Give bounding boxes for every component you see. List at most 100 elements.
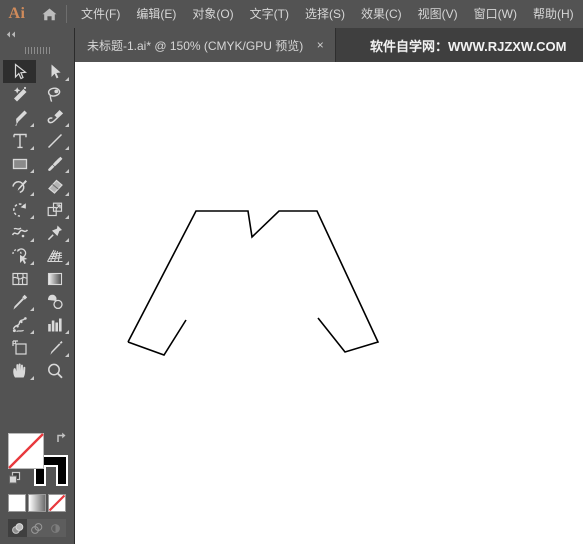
artwork-subpath: [127, 210, 380, 353]
tool-flyout-indicator: [30, 376, 34, 380]
change-screen-mode-button[interactable]: [0, 540, 75, 544]
tool-flyout-indicator: [65, 146, 69, 150]
menu-window[interactable]: 窗口(W): [466, 3, 525, 25]
gradient-mode-button[interactable]: [28, 494, 46, 512]
gradient-square-icon: [45, 269, 65, 289]
eyedropper-icon: [10, 292, 30, 312]
curvature-pen-icon: [45, 108, 65, 128]
tool-flyout-indicator: [65, 238, 69, 242]
magic-wand-tool[interactable]: [3, 83, 36, 106]
lasso-tool[interactable]: [38, 83, 71, 106]
blend-tool[interactable]: [38, 290, 71, 313]
curvature-tool[interactable]: [38, 106, 71, 129]
width-tool[interactable]: [3, 221, 36, 244]
gradient-tool[interactable]: [38, 267, 71, 290]
line-segment-tool[interactable]: [38, 129, 71, 152]
width-ribbon-icon: [10, 223, 30, 243]
panel-drag-handle[interactable]: [0, 41, 75, 60]
fill-swatch[interactable]: [8, 433, 44, 469]
column-graph-tool[interactable]: [38, 313, 71, 336]
blend-shapes-icon: [45, 292, 65, 312]
color-mode-button[interactable]: [8, 494, 26, 512]
free-transform-tool[interactable]: [38, 221, 71, 244]
eraser-tool[interactable]: [38, 175, 71, 198]
pen-tool[interactable]: [3, 106, 36, 129]
grip-dots: [24, 47, 51, 54]
type-tool[interactable]: [3, 129, 36, 152]
bar-chart-icon: [45, 315, 65, 335]
document-tab[interactable]: 未标题-1.ai* @ 150% (CMYK/GPU 预览) ×: [75, 28, 337, 62]
paintbrush-tool[interactable]: [38, 152, 71, 175]
mesh-icon: [10, 269, 30, 289]
artboard-icon: [10, 338, 30, 358]
menu-select[interactable]: 选择(S): [297, 3, 353, 25]
shape-builder-tool[interactable]: [3, 244, 36, 267]
symbol-sprayer-icon: [10, 315, 30, 335]
symbol-sprayer-tool[interactable]: [3, 313, 36, 336]
direct-selection-tool[interactable]: [38, 60, 71, 83]
shape-builder-icon: [10, 246, 30, 266]
menu-object[interactable]: 对象(O): [184, 3, 241, 25]
artwork-canvas[interactable]: [75, 62, 583, 544]
close-icon[interactable]: ×: [313, 38, 327, 52]
tool-flyout-indicator: [30, 261, 34, 265]
selection-tool[interactable]: [3, 60, 36, 83]
tool-flyout-indicator: [30, 192, 34, 196]
rectangle-icon: [10, 154, 30, 174]
eyedropper-tool[interactable]: [3, 290, 36, 313]
slice-tool[interactable]: [38, 336, 71, 359]
document-tab-label: 未标题-1.ai* @ 150% (CMYK/GPU 预览): [87, 38, 304, 53]
artboard-tool[interactable]: [3, 336, 36, 359]
tool-flyout-indicator: [30, 169, 34, 173]
menu-type[interactable]: 文字(T): [242, 3, 297, 25]
sweater-outline-path: [127, 210, 380, 356]
rotate-arrow-icon: [10, 200, 30, 220]
illustrator-window: Ai 文件(F) 编辑(E) 对象(O) 文字(T) 选择(S) 效果(C) 视图(V) 窗口…: [0, 0, 583, 544]
menu-items: 文件(F) 编辑(E) 对象(O) 文字(T) 选择(S) 效果(C) 视图(V) 窗口(W)…: [73, 3, 582, 25]
text-t-icon: [10, 131, 30, 151]
perspective-grid-icon: [45, 246, 65, 266]
perspective-grid-tool[interactable]: [38, 244, 71, 267]
pen-nib-icon: [10, 108, 30, 128]
menu-view[interactable]: 视图(V): [410, 3, 466, 25]
rectangle-tool[interactable]: [3, 152, 36, 175]
swap-fill-stroke-icon[interactable]: [55, 431, 68, 449]
tool-flyout-indicator: [65, 353, 69, 357]
menu-divider: [66, 5, 67, 23]
scale-squares-icon: [45, 200, 65, 220]
double-chevron-left-icon[interactable]: [0, 28, 75, 41]
shaper-tool[interactable]: [3, 175, 36, 198]
scale-tool[interactable]: [38, 198, 71, 221]
tool-flyout-indicator: [65, 77, 69, 81]
draw-normal-button[interactable]: [8, 519, 27, 537]
tool-flyout-indicator: [30, 146, 34, 150]
arrow-cursor-icon: [10, 62, 30, 82]
tool-flyout-indicator: [65, 261, 69, 265]
menu-edit[interactable]: 编辑(E): [128, 3, 184, 25]
eraser-icon: [45, 177, 65, 197]
rotate-tool[interactable]: [3, 198, 36, 221]
mesh-tool[interactable]: [3, 267, 36, 290]
stroke-swatch-hole: [44, 465, 58, 486]
menu-help[interactable]: 帮助(H): [525, 3, 582, 25]
solid-arrow-cursor-icon: [45, 62, 65, 82]
tools-panel: [0, 28, 75, 544]
none-mode-button[interactable]: [48, 494, 66, 512]
app-logo: Ai: [8, 5, 26, 22]
draw-inside-button[interactable]: [46, 519, 65, 537]
tool-flyout-indicator: [30, 238, 34, 242]
home-icon[interactable]: [34, 0, 64, 28]
tool-flyout-indicator: [30, 330, 34, 334]
hand-tool[interactable]: [3, 359, 36, 382]
draw-behind-button[interactable]: [27, 519, 46, 537]
zoom-tool[interactable]: [38, 359, 71, 382]
menu-file[interactable]: 文件(F): [73, 3, 128, 25]
tool-flyout-indicator: [30, 123, 34, 127]
tool-flyout-indicator: [65, 169, 69, 173]
draw-mode-buttons: [8, 519, 66, 537]
magic-wand-icon: [10, 85, 30, 105]
watermark-text: 软件自学网：WWW.RJZXW.COM: [370, 38, 567, 54]
pushpin-icon: [45, 223, 65, 243]
menu-effect[interactable]: 效果(C): [353, 3, 410, 25]
default-fill-stroke-icon[interactable]: [8, 471, 22, 490]
